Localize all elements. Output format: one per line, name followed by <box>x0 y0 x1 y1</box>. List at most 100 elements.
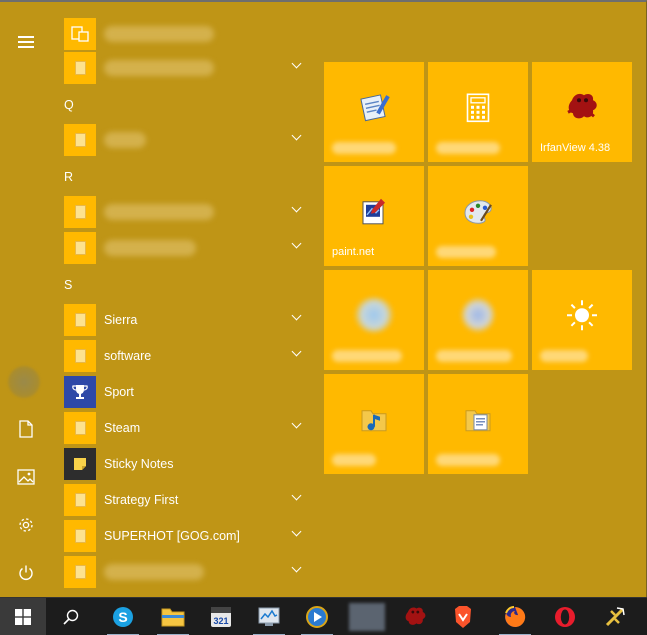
blurred-app-icon[interactable] <box>344 598 390 635</box>
media-player-icon[interactable] <box>294 598 340 635</box>
paint-palette-icon <box>461 197 495 227</box>
list-item-label: Steam <box>104 421 141 435</box>
settings-gear-icon[interactable] <box>12 511 40 539</box>
start-menu-rail <box>0 2 52 599</box>
chevron-down-icon <box>291 490 302 501</box>
folder-icon <box>64 232 96 264</box>
redacted-label <box>104 240 196 256</box>
document-icon[interactable] <box>12 415 40 443</box>
pictures-icon[interactable] <box>12 463 40 491</box>
brave-browser-icon[interactable] <box>440 598 486 635</box>
tile-redacted[interactable] <box>324 270 424 370</box>
redacted-label <box>436 454 500 466</box>
redacted-label <box>332 142 396 154</box>
list-item-label: SUPERHOT [GOG.com] <box>104 529 240 543</box>
laptop-icon <box>64 18 96 50</box>
folder-icon <box>64 52 96 84</box>
hamburger-menu-icon[interactable] <box>12 28 40 56</box>
list-item-label: Sport <box>104 385 134 399</box>
chevron-down-icon <box>291 238 302 249</box>
folder-icon <box>64 196 96 228</box>
list-item-sport[interactable]: Sport <box>56 374 312 410</box>
taskbar: S 321 <box>0 597 647 635</box>
documents-folder-icon <box>463 405 493 435</box>
list-item-strategy-first[interactable]: Strategy First <box>56 482 312 518</box>
list-item[interactable] <box>56 50 312 86</box>
tile-notepad[interactable] <box>324 62 424 162</box>
list-item[interactable] <box>56 122 312 158</box>
opera-icon[interactable] <box>542 598 588 635</box>
firefox-icon[interactable] <box>492 598 538 635</box>
chevron-down-icon <box>291 418 302 429</box>
irfanview-icon[interactable] <box>392 598 438 635</box>
chevron-down-icon <box>291 526 302 537</box>
chevron-down-icon <box>291 310 302 321</box>
blurred-app-icon <box>354 296 394 333</box>
folder-icon <box>64 340 96 372</box>
tile-redacted[interactable] <box>428 270 528 370</box>
paintnet-icon <box>359 197 389 227</box>
list-item[interactable] <box>56 230 312 266</box>
redacted-label <box>436 350 512 362</box>
group-letter-r[interactable]: R <box>64 170 73 184</box>
list-item[interactable] <box>56 554 312 590</box>
skype-icon[interactable]: S <box>100 598 146 635</box>
search-icon[interactable] <box>48 598 94 635</box>
blurred-app-icon <box>461 296 495 333</box>
power-icon[interactable] <box>12 559 40 587</box>
folder-icon <box>64 556 96 588</box>
group-letter-q[interactable]: Q <box>64 98 74 112</box>
calculator-icon <box>466 93 490 123</box>
folder-icon <box>64 412 96 444</box>
file-explorer-icon[interactable] <box>150 598 196 635</box>
list-item[interactable] <box>56 194 312 230</box>
windows-start-icon[interactable] <box>0 598 46 635</box>
tile-paint[interactable] <box>428 166 528 266</box>
folder-icon <box>64 520 96 552</box>
redacted-label <box>436 246 496 258</box>
chevron-down-icon <box>291 130 302 141</box>
folder-icon <box>64 484 96 516</box>
tile-label: paint.net <box>332 246 375 258</box>
list-item-sierra[interactable]: Sierra <box>56 302 312 338</box>
music-folder-icon <box>359 405 389 435</box>
redacted-label <box>104 204 214 220</box>
tile-irfanview[interactable]: IrfanView 4.38 <box>532 62 632 162</box>
winamp-icon[interactable] <box>592 598 638 635</box>
list-item-label: software <box>104 349 152 363</box>
tile-documents[interactable] <box>428 374 528 474</box>
redacted-label <box>104 132 146 148</box>
list-item[interactable] <box>56 16 312 52</box>
redacted-label <box>104 26 214 42</box>
start-menu: Q R S Sierra software Sport Steam Sticky… <box>0 0 647 597</box>
tile-weather[interactable] <box>532 270 632 370</box>
list-item-label: Sierra <box>104 313 138 327</box>
tile-music[interactable] <box>324 374 424 474</box>
folder-icon <box>64 124 96 156</box>
tile-label: IrfanView 4.38 <box>540 142 611 154</box>
redacted-label <box>540 350 588 362</box>
group-letter-s[interactable]: S <box>64 278 72 292</box>
calendar-321-icon[interactable]: 321 <box>198 598 244 635</box>
list-item-steam[interactable]: Steam <box>56 410 312 446</box>
folder-icon <box>64 304 96 336</box>
tile-paintnet[interactable]: paint.net <box>324 166 424 266</box>
list-item-sticky-notes[interactable]: Sticky Notes <box>56 446 312 482</box>
chevron-down-icon <box>291 58 302 69</box>
chevron-down-icon <box>291 202 302 213</box>
chevron-down-icon <box>291 346 302 357</box>
tile-calculator[interactable] <box>428 62 528 162</box>
chevron-down-icon <box>291 562 302 573</box>
redacted-label <box>104 564 204 580</box>
list-item-software[interactable]: software <box>56 338 312 374</box>
redacted-label <box>332 350 402 362</box>
svg-text:321: 321 <box>213 616 228 626</box>
irfanview-icon <box>564 90 600 124</box>
list-item-label: Sticky Notes <box>104 457 174 471</box>
task-manager-icon[interactable] <box>246 598 292 635</box>
redacted-label <box>436 142 500 154</box>
svg-text:S: S <box>118 609 127 625</box>
list-item-superhot[interactable]: SUPERHOT [GOG.com] <box>56 518 312 554</box>
user-avatar[interactable] <box>8 366 40 398</box>
notepad-app-icon <box>357 93 391 123</box>
